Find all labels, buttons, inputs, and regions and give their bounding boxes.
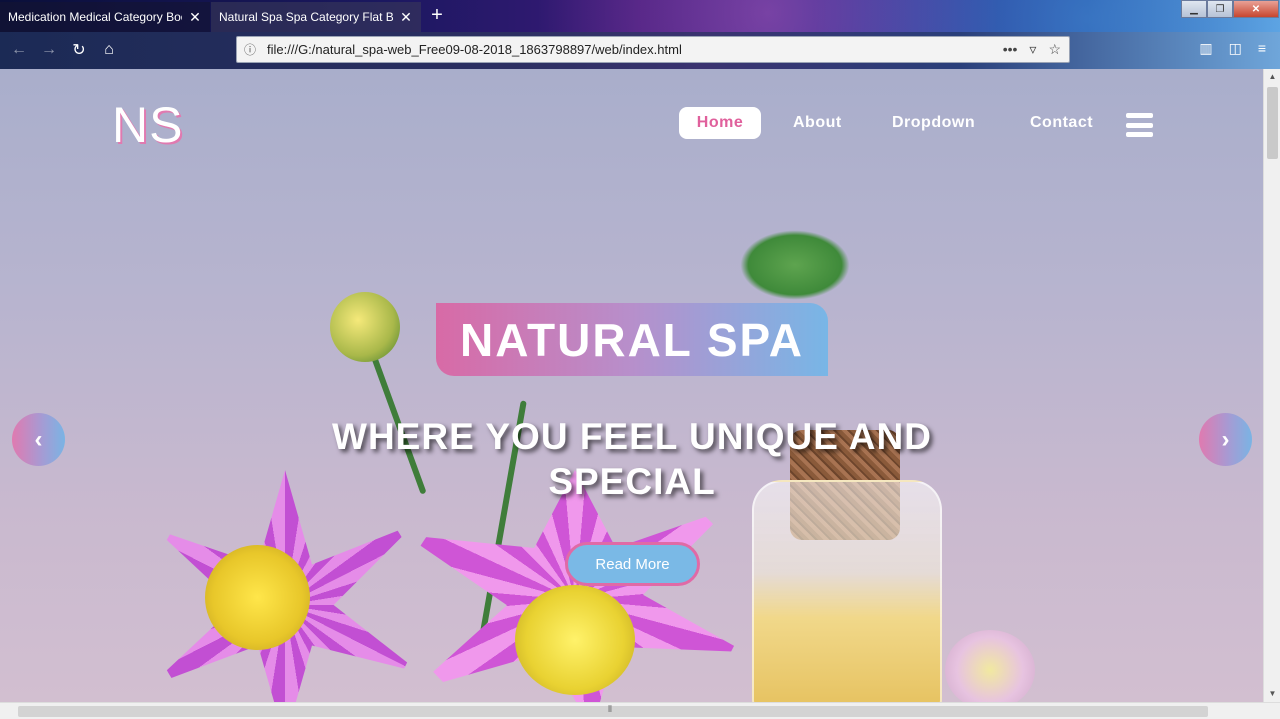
oil-bottle-image bbox=[752, 480, 942, 702]
close-icon[interactable]: ✕ bbox=[399, 9, 413, 26]
vertical-scroll-thumb[interactable] bbox=[1267, 87, 1278, 159]
home-icon[interactable]: ⌂ bbox=[96, 37, 122, 63]
maximize-icon[interactable]: ❐ bbox=[1207, 0, 1233, 18]
close-icon[interactable]: ✕ bbox=[188, 9, 202, 26]
scroll-grip-icon: ⦀ bbox=[608, 704, 612, 714]
scroll-up-icon[interactable]: ▲ bbox=[1264, 69, 1280, 85]
hero-title-badge: NATURAL SPA bbox=[436, 303, 828, 376]
page-actions-icon[interactable]: ••• bbox=[1003, 41, 1018, 58]
flower-bud-image bbox=[330, 292, 400, 362]
horizontal-scroll-thumb[interactable] bbox=[18, 706, 1208, 717]
bookmark-star-icon[interactable]: ☆ bbox=[1048, 41, 1061, 58]
scroll-down-icon[interactable]: ▼ bbox=[1264, 686, 1280, 702]
tab-title: Natural Spa Spa Category Flat Boot bbox=[219, 10, 393, 24]
horizontal-scrollbar[interactable]: ⦀ bbox=[0, 702, 1280, 719]
info-icon[interactable]: ⓘ bbox=[237, 41, 263, 58]
menu-icon[interactable]: ≡ bbox=[1258, 40, 1266, 57]
page-viewport bbox=[0, 69, 1263, 702]
hero-headline: WHERE YOU FEEL UNIQUE AND SPECIAL bbox=[332, 416, 932, 502]
url-text[interactable]: file:///G:/natural_spa-web_Free09-08-201… bbox=[263, 42, 1003, 57]
forward-arrow-icon[interactable]: → bbox=[36, 37, 62, 63]
reload-icon[interactable]: ↻ bbox=[66, 37, 92, 63]
library-icon[interactable]: ▥ bbox=[1199, 40, 1212, 57]
back-arrow-icon[interactable]: ← bbox=[6, 37, 32, 63]
nav-about-link[interactable]: About bbox=[793, 114, 842, 132]
window-close-icon[interactable]: ✕ bbox=[1233, 0, 1279, 18]
flower-center bbox=[515, 585, 635, 695]
leaves-decoration bbox=[740, 230, 850, 300]
browser-tab-natural-spa[interactable]: Natural Spa Spa Category Flat Boot ✕ bbox=[211, 2, 421, 32]
browser-tab-medication[interactable]: Medication Medical Category Boot ✕ bbox=[0, 2, 210, 32]
nav-contact-link[interactable]: Contact bbox=[1030, 114, 1093, 132]
vertical-scrollbar[interactable]: ▲ ▼ bbox=[1263, 69, 1280, 702]
flower-center bbox=[205, 545, 310, 650]
carousel-prev-icon[interactable]: ‹ bbox=[12, 413, 65, 466]
pocket-icon[interactable]: ▿ bbox=[1029, 41, 1036, 58]
hamburger-menu-icon[interactable] bbox=[1126, 113, 1153, 137]
nav-dropdown-link[interactable]: Dropdown bbox=[892, 114, 975, 132]
minimize-icon[interactable]: ▁ bbox=[1181, 0, 1207, 18]
toolbar-right: ▥ ◫ ≡ bbox=[1199, 40, 1266, 57]
carousel-next-icon[interactable]: › bbox=[1199, 413, 1252, 466]
read-more-button[interactable]: Read More bbox=[565, 542, 700, 586]
site-logo[interactable]: NS bbox=[112, 96, 183, 154]
new-tab-icon[interactable]: + bbox=[426, 4, 448, 28]
nav-home-link[interactable]: Home bbox=[679, 107, 761, 139]
small-flower-image bbox=[945, 630, 1035, 702]
address-bar[interactable]: ⓘ file:///G:/natural_spa-web_Free09-08-2… bbox=[236, 36, 1070, 63]
tab-title: Medication Medical Category Boot bbox=[8, 10, 182, 24]
sidebar-icon[interactable]: ◫ bbox=[1229, 40, 1242, 57]
window-controls: ▁ ❐ ✕ bbox=[1181, 0, 1279, 18]
